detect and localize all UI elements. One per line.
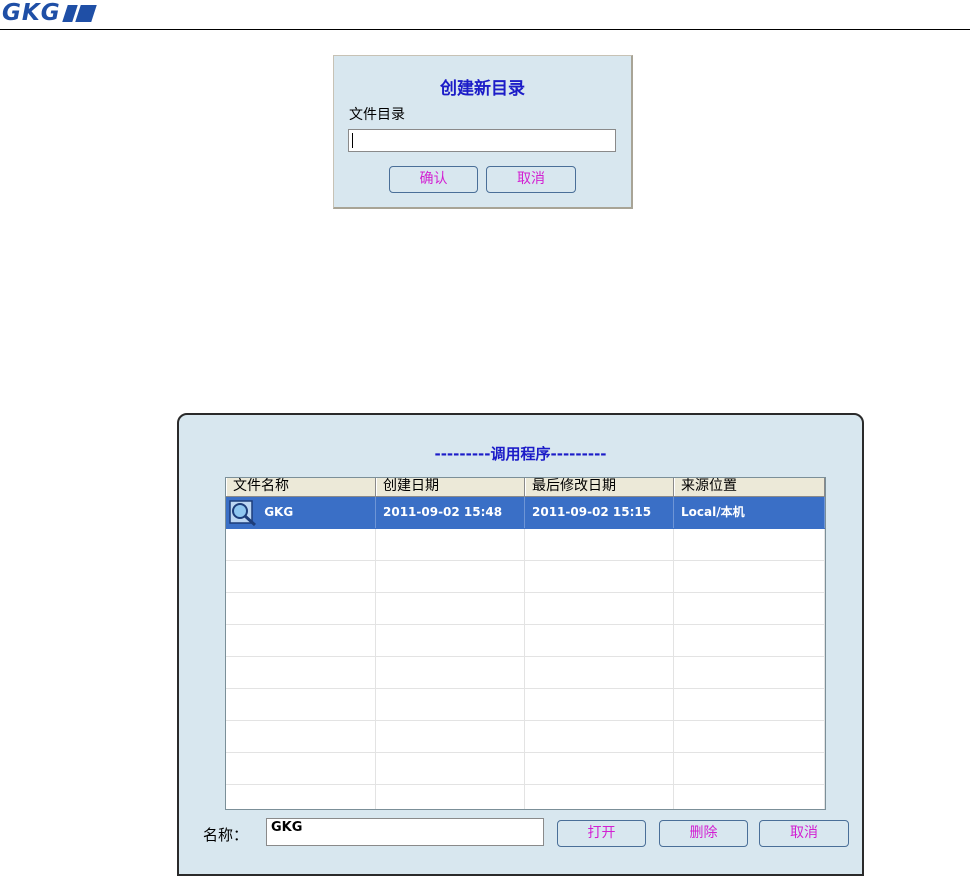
header-divider <box>0 29 970 30</box>
table-row[interactable] <box>226 657 825 689</box>
cell-source: Local/本机 <box>674 497 825 528</box>
empty-cell <box>525 529 674 560</box>
empty-cell <box>525 593 674 624</box>
text-caret <box>352 133 353 148</box>
empty-cell <box>674 625 825 656</box>
empty-cell <box>226 625 376 656</box>
table-row[interactable] <box>226 785 825 809</box>
empty-cell <box>674 657 825 688</box>
column-header-modified[interactable]: 最后修改日期 <box>525 478 674 496</box>
magnifier-file-icon <box>229 499 257 526</box>
cell-created: 2011-09-02 15:48 <box>376 497 525 528</box>
empty-cell <box>376 785 525 809</box>
empty-cell <box>525 657 674 688</box>
table-row[interactable] <box>226 721 825 753</box>
logo-mark-icon <box>61 4 97 22</box>
load-program-dialog: ---------调用程序--------- 文件名称 创建日期 最后修改日期 … <box>177 413 864 876</box>
confirm-button[interactable]: 确认 <box>389 166 478 193</box>
empty-cell <box>525 625 674 656</box>
open-button[interactable]: 打开 <box>557 820 646 847</box>
empty-cell <box>674 689 825 720</box>
empty-cell <box>376 593 525 624</box>
empty-cell <box>525 561 674 592</box>
empty-cell <box>226 657 376 688</box>
empty-cell <box>674 753 825 784</box>
gkg-logo: GKG <box>2 0 97 26</box>
empty-cell <box>674 561 825 592</box>
name-label: 名称： <box>203 826 249 844</box>
empty-cell <box>226 561 376 592</box>
empty-cell <box>226 721 376 752</box>
empty-cell <box>376 721 525 752</box>
delete-button[interactable]: 删除 <box>659 820 748 847</box>
empty-cell <box>674 721 825 752</box>
empty-cell <box>376 753 525 784</box>
table-row[interactable] <box>226 689 825 721</box>
column-header-name[interactable]: 文件名称 <box>226 478 376 496</box>
empty-cell <box>376 625 525 656</box>
cancel-button[interactable]: 取消 <box>486 166 576 193</box>
name-input[interactable]: GKG <box>266 818 544 846</box>
empty-cell <box>226 689 376 720</box>
directory-label: 文件目录 <box>349 107 405 123</box>
dialog-title: 创建新目录 <box>440 79 525 99</box>
empty-cell <box>525 753 674 784</box>
empty-cell <box>376 561 525 592</box>
empty-cell <box>376 657 525 688</box>
logo-text: GKG <box>2 0 61 26</box>
empty-cell <box>525 721 674 752</box>
cancel-button[interactable]: 取消 <box>759 820 849 847</box>
empty-cell <box>226 529 376 560</box>
table-row[interactable] <box>226 753 825 785</box>
empty-cell <box>674 593 825 624</box>
empty-cell <box>226 753 376 784</box>
table-row[interactable]: GKG 2011-09-02 15:48 2011-09-02 15:15 Lo… <box>226 497 825 529</box>
cell-name: GKG <box>226 497 376 528</box>
directory-input[interactable] <box>348 129 616 152</box>
table-header: 文件名称 创建日期 最后修改日期 来源位置 <box>226 478 825 497</box>
dialog-title: ---------调用程序--------- <box>434 445 607 463</box>
empty-cell <box>226 593 376 624</box>
table-row[interactable] <box>226 529 825 561</box>
empty-cell <box>376 689 525 720</box>
column-header-created[interactable]: 创建日期 <box>376 478 525 496</box>
table-row[interactable] <box>226 561 825 593</box>
empty-cell <box>226 785 376 809</box>
cell-modified: 2011-09-02 15:15 <box>525 497 674 528</box>
column-header-source[interactable]: 来源位置 <box>674 478 825 496</box>
empty-cell <box>376 529 525 560</box>
create-directory-dialog: 创建新目录 文件目录 确认 取消 <box>333 55 633 209</box>
file-table[interactable]: 文件名称 创建日期 最后修改日期 来源位置 GKG 2011-09-02 15:… <box>225 477 826 810</box>
file-name: GKG <box>264 505 294 519</box>
empty-cell <box>674 785 825 809</box>
empty-cell <box>525 689 674 720</box>
empty-cell <box>674 529 825 560</box>
table-row[interactable] <box>226 593 825 625</box>
empty-cell <box>525 785 674 809</box>
table-row[interactable] <box>226 625 825 657</box>
